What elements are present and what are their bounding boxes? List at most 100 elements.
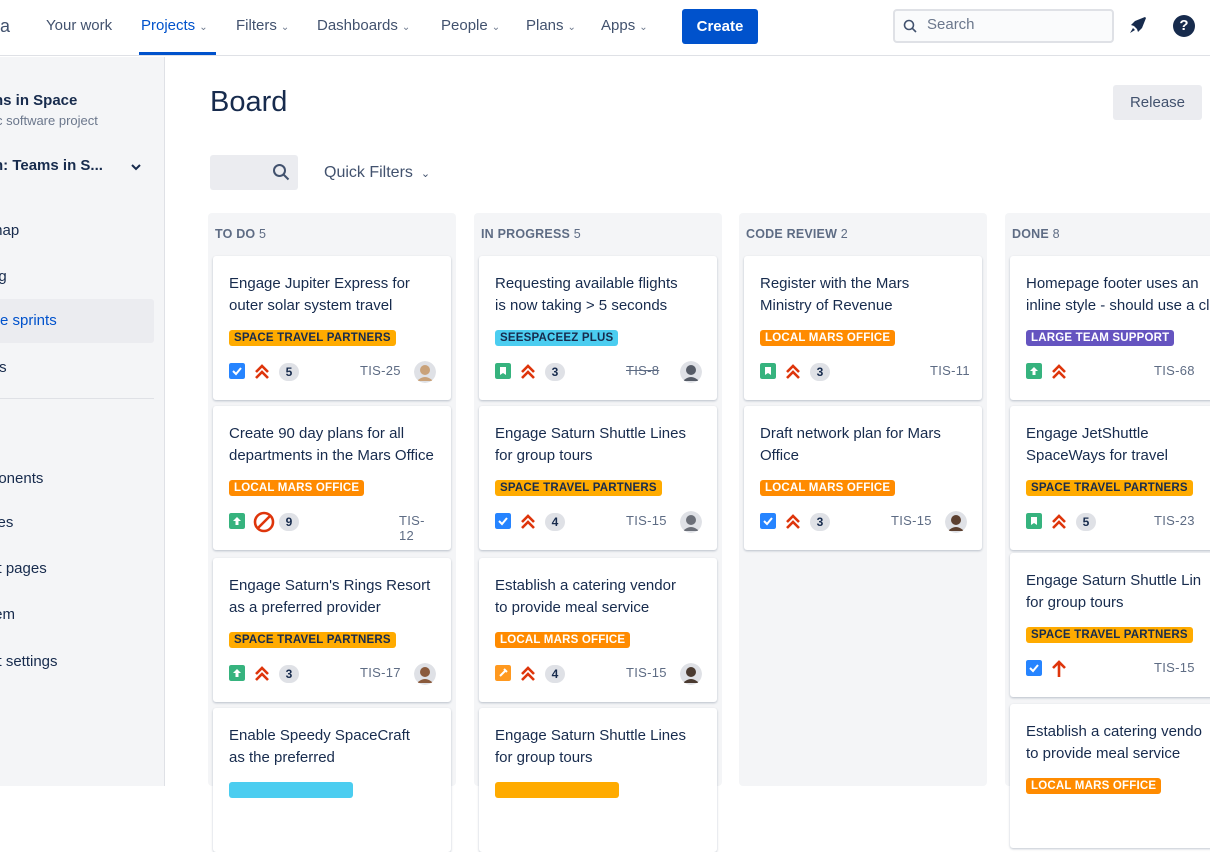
story-points-badge: 3 [810, 363, 830, 381]
issue-key[interactable]: TIS-68 [1154, 363, 1195, 378]
priority-high-icon [1052, 660, 1066, 677]
sidebar-item-project-settings[interactable]: ct settings [0, 640, 155, 684]
story-icon [1026, 513, 1042, 529]
assignee-avatar[interactable] [414, 663, 436, 685]
sidebar-item-components[interactable]: ponents [0, 457, 155, 501]
epic-label: LARGE TEAM SUPPORT [1026, 330, 1175, 346]
issue-key[interactable]: TIS-15 [626, 665, 667, 680]
board-column: DONE 8 Homepage footer uses an inline styl… [1005, 213, 1210, 848]
nav-plans[interactable]: Plans ⌄ [526, 17, 576, 34]
create-button[interactable]: Create [682, 9, 758, 44]
improvement-icon [229, 665, 245, 681]
issue-key[interactable]: TIS-12 [399, 513, 439, 543]
issue-key[interactable]: TIS-15 [891, 513, 932, 528]
column-header: DONE 8 [1012, 227, 1060, 241]
search-icon [273, 164, 290, 181]
blocker-icon [253, 511, 275, 533]
issue-card[interactable]: Engage Jupiter Express for outer solar sy… [213, 256, 451, 400]
issue-footer: 5 TIS-23 [1026, 512, 1210, 532]
priority-highest-icon [255, 666, 269, 681]
issue-key[interactable]: TIS-25 [360, 363, 401, 378]
sidebar-item-active-sprints[interactable]: e sprints [0, 299, 154, 343]
nav-projects[interactable]: Projects ⌄ [141, 17, 208, 34]
issue-card[interactable]: Draft network plan for Mars Office LOCAL M… [744, 406, 982, 550]
board-selector[interactable]: n: Teams in S... [0, 157, 103, 174]
story-points-badge: 3 [545, 363, 565, 381]
issue-card[interactable]: Requesting available flights is now takin… [479, 256, 717, 400]
nav-filters[interactable]: Filters ⌄ [236, 17, 289, 34]
top-navigation: ra Your work Projects⌄ Filters⌄ Dashboar… [0, 0, 1210, 56]
issue-key[interactable]: TIS-8 [626, 363, 659, 378]
issue-key[interactable]: TIS-11 [930, 363, 970, 378]
nav-dashboards[interactable]: Dashboards ⌄ [317, 17, 410, 34]
story-points-badge: 3 [279, 665, 299, 683]
issue-card[interactable]: Engage Saturn's Rings Resort as a preferr… [213, 558, 451, 702]
issue-card[interactable]: Engage Saturn Shuttle Lin for group tours… [1010, 553, 1210, 697]
sidebar-item-roadmap[interactable]: map [0, 209, 155, 253]
assignee-avatar[interactable] [680, 511, 702, 533]
issue-key[interactable]: TIS-17 [360, 665, 401, 680]
epic-label: LOCAL MARS OFFICE [229, 480, 365, 496]
sidebar-item-issues[interactable]: s [0, 411, 155, 455]
task-icon [495, 513, 511, 529]
story-points-badge: 4 [545, 513, 565, 531]
issue-card[interactable]: Engage JetShuttle SpaceWays for travel SPA… [1010, 406, 1210, 550]
sidebar-item-add-item[interactable]: tem [0, 593, 155, 637]
quick-filters-dropdown[interactable]: Quick Filters ⌄ [324, 164, 430, 182]
issue-footer: 9 TIS-12 [229, 511, 439, 543]
board-search-input[interactable] [210, 155, 298, 190]
issue-card[interactable]: Enable Speedy SpaceCraft as the preferred [213, 708, 451, 852]
issue-key[interactable]: TIS-15 [626, 513, 667, 528]
product-logo[interactable]: ra [0, 16, 10, 37]
assignee-avatar[interactable] [945, 511, 967, 533]
chevron-down-icon: ⌄ [420, 168, 431, 180]
project-name[interactable]: ns in Space [0, 92, 77, 109]
assignee-avatar[interactable] [414, 361, 436, 383]
story-points-badge: 9 [279, 513, 299, 531]
issue-summary: Engage Saturn Shuttle Lin for group tours [1026, 572, 1202, 611]
notifications-icon[interactable] [1128, 15, 1148, 35]
issue-key[interactable]: TIS-15 [1154, 660, 1195, 675]
improvement-icon [1026, 363, 1042, 379]
priority-highest-icon [521, 666, 535, 681]
release-button[interactable]: Release [1113, 85, 1202, 120]
issue-card[interactable]: Establish a catering vendo to provide mea… [1010, 704, 1210, 848]
story-points-badge: 4 [545, 665, 565, 683]
issue-card[interactable]: Engage Saturn Shuttle Lines for group tou… [479, 406, 717, 550]
sidebar-item-releases[interactable]: ses [0, 501, 155, 545]
issue-footer: 3 TIS-17 [229, 663, 439, 685]
page-title: Board [210, 86, 288, 118]
sidebar-item-reports[interactable]: rts [0, 346, 155, 390]
issue-summary: Engage JetShuttle SpaceWays for travel [1026, 425, 1168, 464]
search-icon [903, 19, 917, 33]
search-input[interactable] [927, 16, 1107, 33]
column-header: IN PROGRESS 5 [481, 227, 581, 241]
column-header: CODE REVIEW 2 [746, 227, 848, 241]
chevron-down-icon: ⌄ [401, 22, 411, 33]
board-column: IN PROGRESS 5 Requesting available flight… [474, 213, 722, 852]
chevron-down-icon[interactable] [130, 163, 142, 171]
issue-card[interactable]: Homepage footer uses an inline style - sh… [1010, 256, 1210, 400]
issue-key[interactable]: TIS-23 [1154, 513, 1195, 528]
epic-label [495, 782, 619, 798]
issue-card[interactable]: Engage Saturn Shuttle Lines for group tou… [479, 708, 717, 852]
nav-your-work[interactable]: Your work [46, 17, 112, 34]
issue-card[interactable]: Register with the Mars Ministry of Revenu… [744, 256, 982, 400]
nav-apps[interactable]: Apps ⌄ [601, 17, 648, 34]
search-box[interactable] [893, 9, 1114, 43]
nav-people[interactable]: People ⌄ [441, 17, 500, 34]
assignee-avatar[interactable] [680, 361, 702, 383]
issue-card[interactable]: Create 90 day plans for all departments i… [213, 406, 451, 550]
issue-card[interactable]: Establish a catering vendor to provide me… [479, 558, 717, 702]
epic-label: LOCAL MARS OFFICE [760, 480, 896, 496]
assignee-avatar[interactable] [680, 663, 702, 685]
column-header: TO DO 5 [215, 227, 267, 241]
chevron-down-icon: ⌄ [567, 22, 576, 33]
board-column: TO DO 5 Engage Jupiter Express for outer s… [208, 213, 456, 852]
help-icon[interactable]: ? [1173, 15, 1195, 37]
sidebar-item-project-pages[interactable]: ct pages [0, 547, 155, 591]
sidebar-item-backlog[interactable]: og [0, 255, 155, 299]
issue-summary: Requesting available flights is now takin… [495, 275, 678, 314]
story-icon [495, 363, 511, 379]
priority-highest-icon [1052, 514, 1066, 529]
